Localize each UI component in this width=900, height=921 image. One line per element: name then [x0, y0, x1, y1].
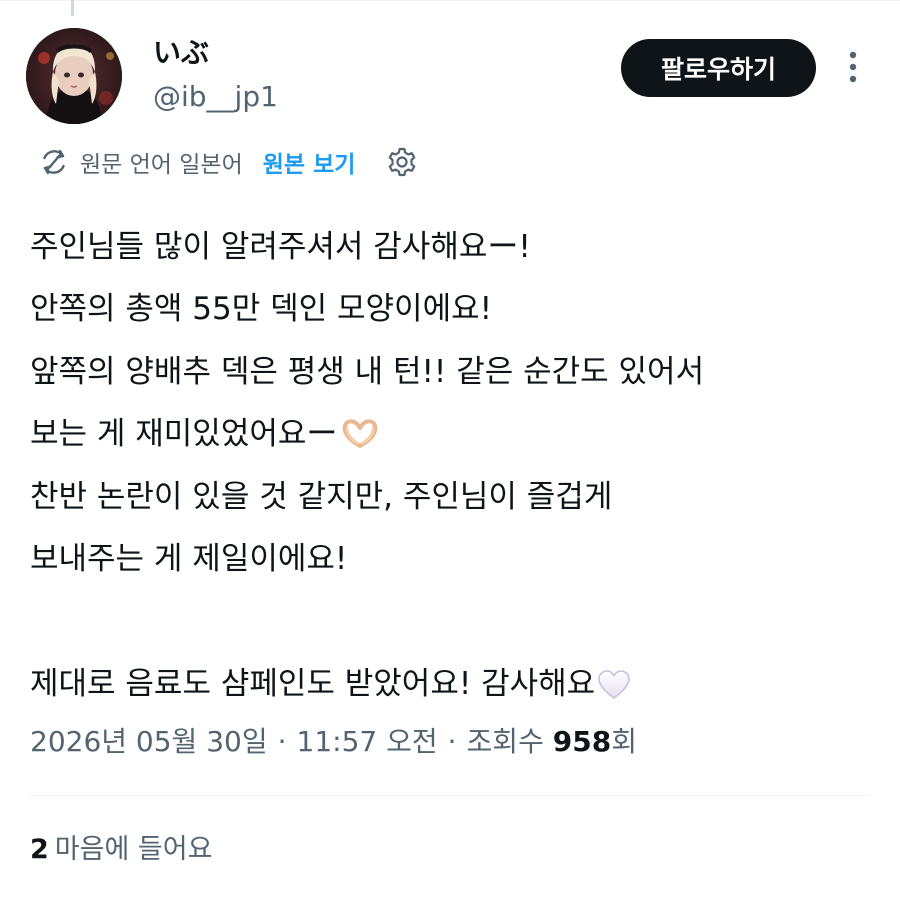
source-language-label: 원문 언어 일본어: [80, 152, 243, 178]
more-options-button[interactable]: [838, 47, 868, 87]
tweet-time[interactable]: 11:57 오전: [297, 725, 438, 758]
top-divider: [0, 0, 900, 1]
tweet-line: 주인님들 많이 알려주셔서 감사해요ー!: [30, 229, 531, 265]
tweet-line: 안쪽의 총액 55만 덱인 모양이에요!: [30, 291, 493, 328]
likes-label: 마음에 들어요: [54, 834, 213, 865]
meta-separator: ·: [277, 725, 287, 758]
tweet-line-with-emoji: 보는 게 재미있었어요ー: [30, 403, 880, 465]
display-name[interactable]: いぶ: [153, 36, 209, 70]
views-label: 조회수: [466, 725, 544, 758]
tweet-line-with-emoji: 제대로 음료도 샴페인도 받았어요! 감사해요: [30, 653, 880, 715]
tweet-meta: 2026년 05월 30일 · 11:57 오전 · 조회수 958회: [30, 722, 637, 762]
user-handle[interactable]: @ib__jp1: [153, 80, 278, 114]
likes-count: 2: [30, 834, 49, 865]
more-vertical-icon: [849, 51, 857, 83]
translation-settings-button[interactable]: [385, 145, 419, 179]
white-heart-icon: [597, 660, 631, 722]
heart-hands-icon: [341, 409, 379, 471]
section-divider: [30, 795, 870, 796]
tweet-line: 찬반 논란이 있을 것 같지만, 주인님이 즐겁게: [30, 478, 613, 515]
tweet-line: 보내주는 게 제일이에요!: [30, 540, 348, 577]
thread-connector-line: [71, 0, 74, 16]
views-suffix: 회: [611, 725, 637, 758]
show-original-link[interactable]: 원본 보기: [263, 145, 356, 179]
tweet-line: 앞쪽의 양배추 덱은 평생 내 턴!! 같은 순간도 있어서: [30, 353, 705, 390]
tweet-line-text: 보는 게 재미있었어요ー: [30, 416, 338, 453]
tweet-date[interactable]: 2026년 05월 30일: [30, 725, 268, 758]
gear-icon: [389, 147, 416, 177]
views-count: 958: [552, 725, 612, 758]
follow-button[interactable]: 팔로우하기: [621, 39, 816, 97]
tweet-text: 주인님들 많이 알려주셔서 감사해요ー! 안쪽의 총액 55만 덱인 모양이에요…: [30, 216, 880, 715]
likes-link[interactable]: 2 마음에 들어요: [30, 830, 212, 870]
avatar[interactable]: [26, 28, 122, 124]
tweet-line-text: 제대로 음료도 샴페인도 받았어요! 감사해요: [30, 665, 596, 702]
avatar-image: [26, 28, 122, 124]
meta-separator: ·: [447, 725, 457, 758]
translation-bar: 원문 언어 일본어 원본 보기: [38, 142, 419, 182]
translate-icon: [38, 146, 70, 178]
